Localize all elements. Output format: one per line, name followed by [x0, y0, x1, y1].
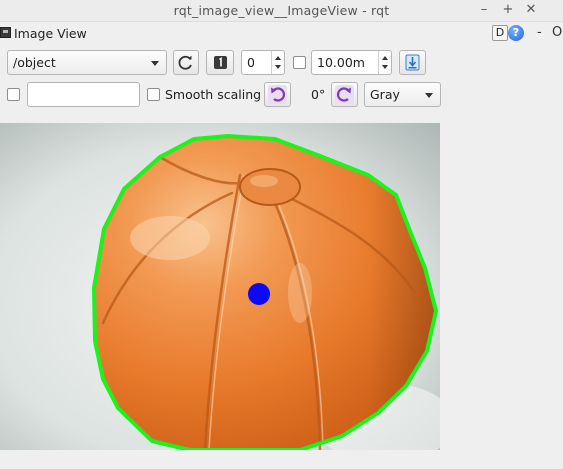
- help-icon[interactable]: ?: [508, 25, 524, 41]
- chevron-down-icon: [151, 61, 159, 66]
- fit-one-button[interactable]: [206, 50, 234, 75]
- panel-undock-button[interactable]: O: [552, 25, 562, 40]
- image-display[interactable]: [0, 123, 440, 450]
- frame-value: 0: [247, 55, 255, 70]
- rotation-label: 0°: [311, 87, 326, 102]
- title-bar: rqt_image_view__ImageView - rqt – + ✕: [0, 0, 563, 22]
- rotate-left-button[interactable]: [264, 82, 291, 107]
- refresh-icon: [178, 55, 192, 70]
- publish-topic-field[interactable]: [27, 82, 140, 107]
- topic-value: /object: [13, 55, 56, 70]
- spin-arrows[interactable]: [378, 51, 391, 74]
- minimize-button[interactable]: –: [476, 2, 492, 18]
- maximize-button[interactable]: +: [500, 2, 516, 18]
- image-view-icon: [0, 27, 11, 38]
- smooth-scaling-checkbox[interactable]: [147, 88, 160, 101]
- panel-title: Image View: [14, 26, 87, 41]
- rotate-left-icon: [268, 85, 287, 104]
- max-range-spinbox[interactable]: 10.00m: [311, 50, 392, 75]
- spin-arrows[interactable]: [271, 51, 284, 74]
- one-to-one-icon: [214, 56, 227, 69]
- save-image-button[interactable]: [399, 50, 426, 75]
- camera-image: [0, 123, 440, 450]
- rotate-right-icon: [335, 85, 354, 104]
- close-button[interactable]: ✕: [523, 2, 539, 18]
- color-scheme-value: Gray: [370, 87, 400, 102]
- chevron-down-icon: [425, 93, 433, 98]
- rotate-right-button[interactable]: [331, 82, 358, 107]
- refresh-button[interactable]: [173, 50, 199, 75]
- topic-combobox[interactable]: /object: [7, 50, 167, 75]
- panel-minimize-button[interactable]: -: [537, 25, 542, 40]
- max-range-checkbox[interactable]: [293, 56, 306, 69]
- smooth-scaling-label: Smooth scaling: [165, 87, 262, 102]
- save-icon: [405, 54, 420, 71]
- color-scheme-combobox[interactable]: Gray: [364, 82, 441, 107]
- mouse-publish-checkbox[interactable]: [7, 88, 20, 101]
- dock-d-button[interactable]: D: [492, 25, 508, 41]
- max-range-value: 10.00m: [317, 55, 365, 70]
- panel-header: Image View D ? - O: [0, 24, 563, 44]
- frame-spinbox[interactable]: 0: [241, 50, 285, 75]
- detection-centroid: [248, 283, 270, 305]
